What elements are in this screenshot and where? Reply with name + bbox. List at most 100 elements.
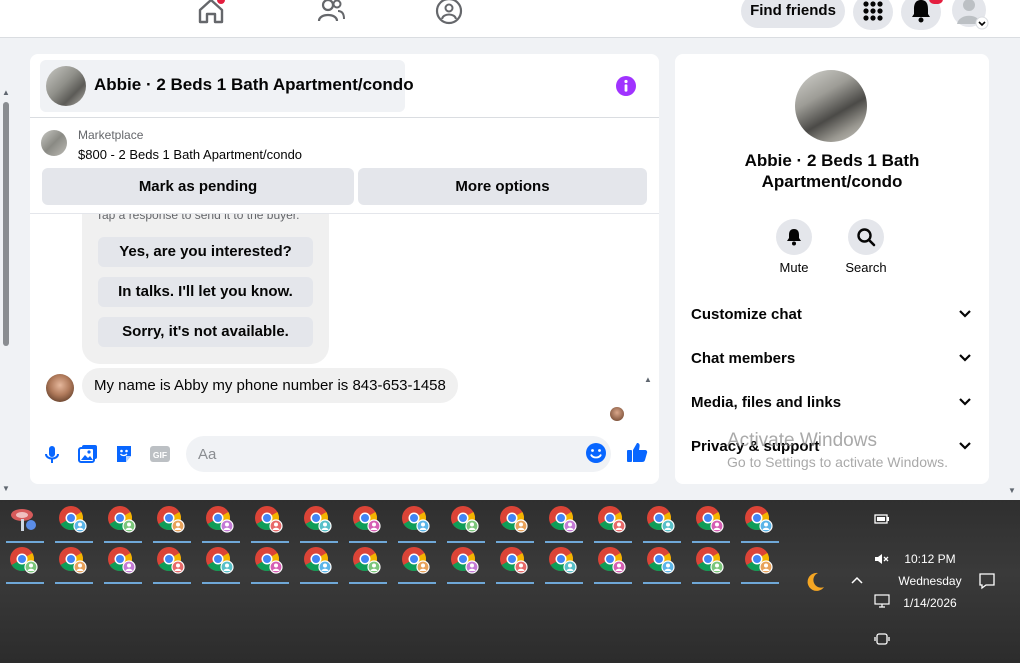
taskbar-chrome-icon[interactable] <box>692 505 730 543</box>
quick-replies-hint: Tap a response to send it to the buyer. <box>96 214 300 222</box>
taskbar-running-indicator <box>104 582 142 584</box>
tray-day[interactable]: Wednesday <box>896 574 964 588</box>
listing-small-thumbnail <box>41 130 67 156</box>
taskbar-app-icon[interactable] <box>6 505 44 543</box>
taskbar-running-indicator <box>496 541 534 543</box>
tray-network-icon[interactable] <box>874 594 890 608</box>
taskbar-running-indicator <box>6 541 44 543</box>
taskbar-chrome-icon[interactable] <box>447 546 485 584</box>
sticker-icon[interactable] <box>113 443 135 465</box>
taskbar-chrome-icon[interactable] <box>153 546 191 584</box>
notification-center-icon[interactable] <box>978 572 996 590</box>
taskbar-running-indicator <box>251 582 289 584</box>
marketplace-listing-bar: Marketplace $800 - 2 Beds 1 Bath Apartme… <box>30 118 659 214</box>
thumbs-up-icon[interactable] <box>626 441 648 463</box>
sender-avatar[interactable] <box>46 374 74 402</box>
tray-night-light-icon[interactable] <box>803 570 827 594</box>
taskbar-chrome-icon[interactable] <box>447 505 485 543</box>
tray-battery-icon[interactable] <box>874 512 890 526</box>
scroll-down-arrow-icon[interactable]: ▼ <box>2 484 10 493</box>
right-scroll-down-icon[interactable]: ▼ <box>1008 486 1016 495</box>
scroll-up-arrow-icon[interactable]: ▲ <box>2 88 10 97</box>
taskbar-chrome-icon[interactable] <box>300 505 338 543</box>
taskbar-running-indicator <box>153 582 191 584</box>
chat-title-button[interactable]: Abbie · 2 Beds 1 Bath Apartment/condo <box>40 60 414 112</box>
microphone-icon[interactable] <box>41 443 63 465</box>
page-scrollbar[interactable]: ▲ ▼ <box>0 88 12 494</box>
taskbar-chrome-icon[interactable] <box>496 505 534 543</box>
bell-icon <box>912 0 930 23</box>
taskbar-chrome-icon[interactable] <box>741 505 779 543</box>
quick-reply-yes[interactable]: Yes, are you interested? <box>98 237 313 267</box>
bell-icon <box>787 229 801 246</box>
taskbar-chrome-icon[interactable] <box>349 546 387 584</box>
taskbar-chrome-icon[interactable] <box>202 546 240 584</box>
search-button[interactable] <box>848 219 884 255</box>
info-icon[interactable] <box>616 76 636 96</box>
taskbar-chrome-icon[interactable] <box>496 546 534 584</box>
message-input[interactable] <box>186 436 611 472</box>
section-label: Media, files and links <box>691 394 842 411</box>
friends-icon[interactable] <box>316 0 346 26</box>
find-friends-button[interactable]: Find friends <box>741 0 845 28</box>
taskbar-chrome-icon[interactable] <box>153 505 191 543</box>
taskbar-chrome-icon[interactable] <box>349 505 387 543</box>
taskbar-running-indicator <box>741 541 779 543</box>
quick-reply-in-talks[interactable]: In talks. I'll let you know. <box>98 277 313 307</box>
photo-icon[interactable] <box>77 443 99 465</box>
section-chat-members[interactable]: Chat members <box>675 339 989 379</box>
mute-button[interactable] <box>776 219 812 255</box>
taskbar-chrome-icon[interactable] <box>594 505 632 543</box>
gif-icon[interactable]: GIF <box>149 443 171 465</box>
taskbar-chrome-icon[interactable] <box>741 546 779 584</box>
taskbar-chrome-icon[interactable] <box>6 546 44 584</box>
listing-profile-photo[interactable] <box>795 70 867 142</box>
mark-as-pending-button[interactable]: Mark as pending <box>42 168 354 205</box>
quick-reply-not-available[interactable]: Sorry, it's not available. <box>98 317 313 347</box>
section-label: Customize chat <box>691 306 802 323</box>
taskbar-chrome-icon[interactable] <box>104 546 142 584</box>
taskbar-chrome-icon[interactable] <box>594 546 632 584</box>
taskbar-chrome-icon[interactable] <box>251 505 289 543</box>
taskbar-chrome-icon[interactable] <box>643 546 681 584</box>
taskbar-chrome-icon[interactable] <box>300 546 338 584</box>
taskbar-running-indicator <box>447 541 485 543</box>
tray-date[interactable]: 1/14/2026 <box>896 596 964 610</box>
taskbar-running-indicator <box>6 582 44 584</box>
taskbar-chrome-icon[interactable] <box>692 546 730 584</box>
tray-expand-chevron-icon[interactable] <box>850 575 864 585</box>
notifications-button[interactable] <box>901 0 943 30</box>
account-avatar[interactable] <box>949 0 989 30</box>
messages-scrollbar[interactable]: ▲ ▼ <box>644 375 656 430</box>
listing-description[interactable]: $800 - 2 Beds 1 Bath Apartment/condo <box>78 147 302 162</box>
taskbar-running-indicator <box>349 582 387 584</box>
messages-scroll-up-icon[interactable]: ▲ <box>644 375 652 384</box>
taskbar-chrome-icon[interactable] <box>643 505 681 543</box>
tray-device-icon[interactable] <box>874 632 890 646</box>
emoji-icon[interactable] <box>585 442 607 464</box>
taskbar-running-indicator <box>349 541 387 543</box>
taskbar-chrome-icon[interactable] <box>104 505 142 543</box>
menu-button[interactable] <box>853 0 893 30</box>
more-options-button[interactable]: More options <box>358 168 647 205</box>
taskbar-chrome-icon[interactable] <box>55 505 93 543</box>
section-media-files-links[interactable]: Media, files and links <box>675 383 989 423</box>
taskbar-chrome-icon[interactable] <box>202 505 240 543</box>
taskbar-running-indicator <box>545 541 583 543</box>
taskbar-running-indicator <box>643 541 681 543</box>
groups-icon[interactable] <box>434 0 464 26</box>
taskbar-running-indicator <box>594 582 632 584</box>
tray-time[interactable]: 10:12 PM <box>896 552 964 566</box>
tray-volume-muted-icon[interactable] <box>874 552 890 566</box>
home-icon[interactable] <box>196 0 226 26</box>
taskbar-chrome-icon[interactable] <box>55 546 93 584</box>
taskbar-chrome-icon[interactable] <box>545 505 583 543</box>
taskbar-chrome-icon[interactable] <box>251 546 289 584</box>
taskbar-chrome-icon[interactable] <box>398 546 436 584</box>
message-list: Tap a response to send it to the buyer. … <box>30 214 659 430</box>
taskbar-chrome-icon[interactable] <box>398 505 436 543</box>
read-receipt-avatar <box>610 407 624 421</box>
scrollbar-thumb[interactable] <box>3 102 9 346</box>
section-customize-chat[interactable]: Customize chat <box>675 295 989 335</box>
taskbar-chrome-icon[interactable] <box>545 546 583 584</box>
